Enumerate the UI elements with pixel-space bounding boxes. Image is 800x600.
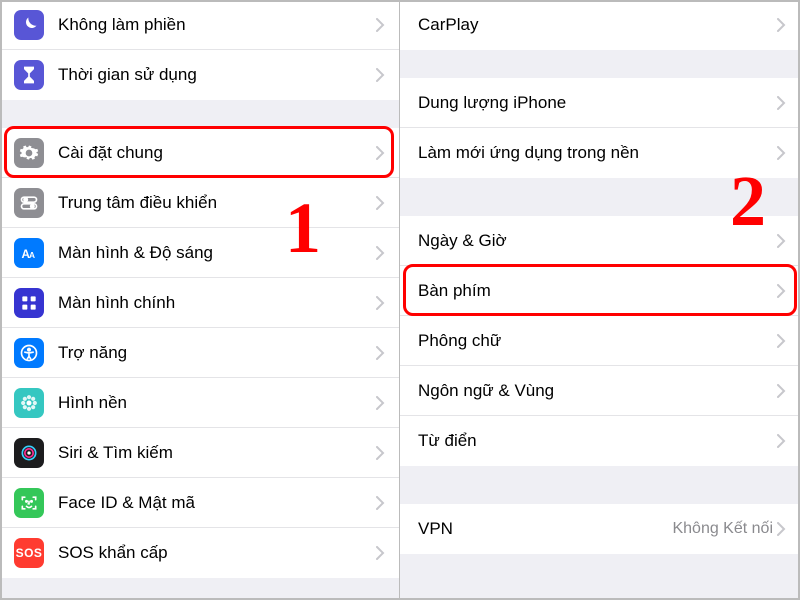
chevron-right-icon [376, 196, 385, 210]
row-accessibility[interactable]: Trợ năng [0, 328, 399, 378]
row-label: Dung lượng iPhone [418, 93, 777, 113]
row-label: Siri & Tìm kiếm [58, 443, 376, 463]
chevron-right-icon [376, 446, 385, 460]
chevron-right-icon [777, 146, 786, 160]
section-gap [0, 100, 399, 128]
row-label: Bàn phím [418, 281, 777, 301]
row-background-app-refresh[interactable]: Làm mới ứng dụng trong nền [400, 128, 800, 178]
moon-icon [14, 10, 44, 40]
row-dictionary[interactable]: Từ điển [400, 416, 800, 466]
hourglass-icon [14, 60, 44, 90]
row-siri-search[interactable]: Siri & Tìm kiếm [0, 428, 399, 478]
chevron-right-icon [777, 234, 786, 248]
settings-group: CarPlay [400, 0, 800, 50]
text-size-icon: AA [14, 238, 44, 268]
row-vpn[interactable]: VPN Không Kết nối [400, 504, 800, 554]
accessibility-icon [14, 338, 44, 368]
row-label: Cài đặt chung [58, 143, 376, 163]
grid-icon [14, 288, 44, 318]
general-settings-panel: CarPlay Dung lượng iPhone Làm mới ứng dụ… [400, 0, 800, 600]
chevron-right-icon [376, 146, 385, 160]
row-label: Màn hình & Độ sáng [58, 243, 376, 263]
section-gap [400, 178, 800, 216]
settings-group: Dung lượng iPhone Làm mới ứng dụng trong… [400, 78, 800, 178]
row-label: Làm mới ứng dụng trong nền [418, 143, 777, 163]
chevron-right-icon [777, 18, 786, 32]
settings-group: VPN Không Kết nối [400, 504, 800, 554]
row-label: Hình nền [58, 393, 376, 413]
row-carplay[interactable]: CarPlay [400, 0, 800, 50]
row-display-brightness[interactable]: AA Màn hình & Độ sáng [0, 228, 399, 278]
row-screen-time[interactable]: Thời gian sử dụng [0, 50, 399, 100]
row-language-region[interactable]: Ngôn ngữ & Vùng [400, 366, 800, 416]
row-general[interactable]: Cài đặt chung [0, 128, 399, 178]
flower-icon [14, 388, 44, 418]
chevron-right-icon [777, 96, 786, 110]
row-label: Trợ năng [58, 343, 376, 363]
chevron-right-icon [777, 334, 786, 348]
chevron-right-icon [376, 296, 385, 310]
row-label: Ngôn ngữ & Vùng [418, 381, 777, 401]
row-face-id[interactable]: Face ID & Mật mã [0, 478, 399, 528]
chevron-right-icon [376, 18, 385, 32]
sos-icon: SOS [14, 538, 44, 568]
row-control-center[interactable]: Trung tâm điều khiển [0, 178, 399, 228]
row-emergency-sos[interactable]: SOS SOS khẩn cấp [0, 528, 399, 578]
section-gap [400, 50, 800, 78]
row-label: Phông chữ [418, 331, 777, 351]
row-label: Ngày & Giờ [418, 231, 777, 251]
chevron-right-icon [777, 522, 786, 536]
row-label: Thời gian sử dụng [58, 65, 376, 85]
row-label: Màn hình chính [58, 293, 376, 313]
chevron-right-icon [376, 68, 385, 82]
chevron-right-icon [376, 396, 385, 410]
svg-text:A: A [29, 250, 35, 260]
chevron-right-icon [376, 346, 385, 360]
row-label: Không làm phiền [58, 15, 376, 35]
chevron-right-icon [777, 384, 786, 398]
settings-group: Cài đặt chung Trung tâm điều khiển AA Mà… [0, 128, 399, 578]
settings-group: Ngày & Giờ Bàn phím Phông chữ Ngôn ngữ &… [400, 216, 800, 466]
row-home-screen[interactable]: Màn hình chính [0, 278, 399, 328]
row-label: VPN [418, 519, 672, 539]
face-id-icon [14, 488, 44, 518]
gear-icon [14, 138, 44, 168]
row-label: Trung tâm điều khiển [58, 193, 376, 213]
row-fonts[interactable]: Phông chữ [400, 316, 800, 366]
row-label: Từ điển [418, 431, 777, 451]
chevron-right-icon [376, 496, 385, 510]
row-wallpaper[interactable]: Hình nền [0, 378, 399, 428]
row-iphone-storage[interactable]: Dung lượng iPhone [400, 78, 800, 128]
chevron-right-icon [376, 246, 385, 260]
row-keyboard[interactable]: Bàn phím [400, 266, 800, 316]
row-label: SOS khẩn cấp [58, 543, 376, 563]
settings-group: Không làm phiền Thời gian sử dụng [0, 0, 399, 100]
row-label: Face ID & Mật mã [58, 493, 376, 513]
row-value: Không Kết nối [672, 520, 773, 538]
section-gap [400, 466, 800, 504]
chevron-right-icon [376, 546, 385, 560]
switches-icon [14, 188, 44, 218]
chevron-right-icon [777, 284, 786, 298]
row-label: CarPlay [418, 15, 777, 35]
row-do-not-disturb[interactable]: Không làm phiền [0, 0, 399, 50]
chevron-right-icon [777, 434, 786, 448]
siri-icon [14, 438, 44, 468]
settings-root-panel: Không làm phiền Thời gian sử dụng Cài đặ… [0, 0, 400, 600]
row-date-time[interactable]: Ngày & Giờ [400, 216, 800, 266]
